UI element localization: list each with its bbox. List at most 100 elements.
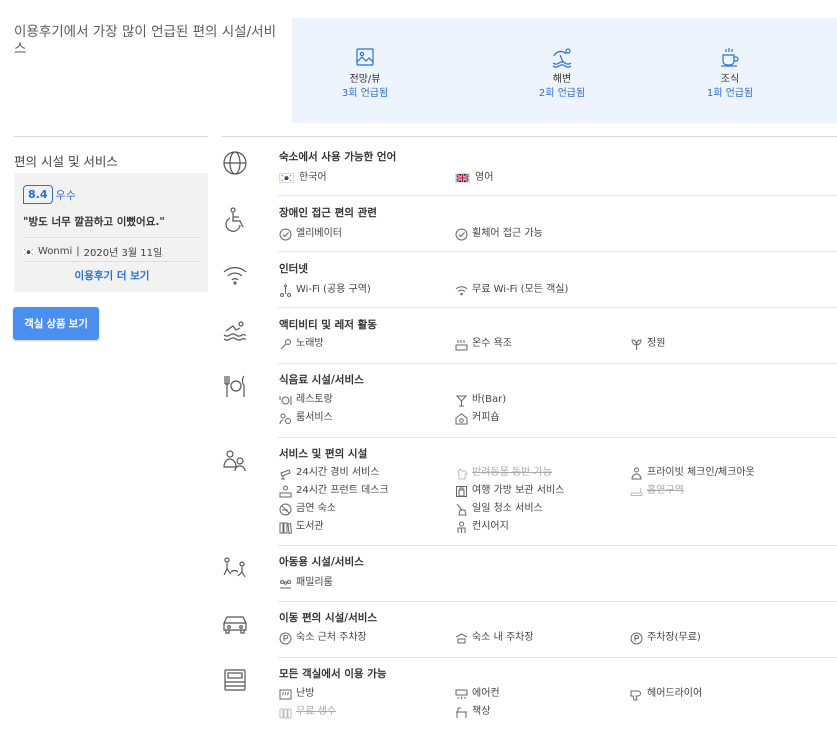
more-reviews-link[interactable]: 이용후기 더 보기 xyxy=(23,261,201,283)
cocktail-icon xyxy=(455,395,468,406)
wifi-icon xyxy=(455,285,468,295)
category-accessibility: 장애인 접근 편의 관련 엘리베이터 휠체어 접근 가능 xyxy=(222,206,837,246)
highlight-name: 해변 xyxy=(552,74,572,85)
category-title: 서비스 및 편의 시설 xyxy=(279,448,368,460)
dining-item: 커피숍 xyxy=(455,411,500,425)
hair-dryer-icon xyxy=(630,690,641,700)
item-label: 룸서비스 xyxy=(296,412,333,423)
highlight-name: 전망/뷰 xyxy=(349,74,381,85)
wheelchair-icon xyxy=(225,207,244,232)
service-item: 24시간 프런트 데스크 xyxy=(279,484,389,498)
item-label: 노래방 xyxy=(296,338,324,349)
item-label: 헤어드라이어 xyxy=(647,688,703,699)
divider xyxy=(278,307,837,308)
category-services: 서비스 및 편의 시설 24시간 경비 서비스 반려동물 동반 가능 프라이빗 … xyxy=(222,447,837,543)
activity-item: 온수 욕조 xyxy=(455,337,512,351)
restaurant-icon xyxy=(279,395,292,405)
concierge-icon xyxy=(223,450,246,472)
activity-item: 정원 xyxy=(630,337,665,351)
wifi-hotspot-icon xyxy=(280,284,291,297)
score-label: 우수 xyxy=(55,188,76,202)
dining-item: 바(Bar) xyxy=(455,393,506,407)
service-item: 금연 숙소 xyxy=(279,502,336,516)
service-item: 여행 가방 보관 서비스 xyxy=(455,484,564,498)
item-label: 숙소 근처 주차장 xyxy=(296,632,367,643)
category-title: 장애인 접근 편의 관련 xyxy=(279,207,377,219)
item-label: 24시간 경비 서비스 xyxy=(296,467,380,478)
korea-flag-icon xyxy=(23,247,34,256)
service-item: 컨시어지 xyxy=(455,520,509,534)
sidebar-title: 편의 시설 및 서비스 xyxy=(14,154,118,169)
parking-icon xyxy=(279,632,292,644)
category-kids: 아동용 시설/서비스 패밀리룸 xyxy=(222,555,837,595)
highlight-beach: 해변 2회 언급됨 xyxy=(502,46,622,101)
divider xyxy=(278,601,837,602)
room-item: 헤어드라이어 xyxy=(630,687,702,701)
item-label: 바(Bar) xyxy=(472,394,507,405)
item-label: 컨시어지 xyxy=(472,521,509,532)
luggage-icon xyxy=(456,485,467,497)
private-checkin-icon xyxy=(631,467,642,479)
transport-item: 숙소 근처 주차장 xyxy=(279,631,367,645)
internet-item: Wi-Fi (공용 구역) xyxy=(279,283,371,297)
item-label: 도서관 xyxy=(296,521,324,532)
category-title: 인터넷 xyxy=(279,263,308,275)
service-item-unavailable: 반려동물 동반 가능 xyxy=(455,466,552,480)
accessibility-item: 휠체어 접근 가능 xyxy=(455,227,543,241)
no-smoking-icon xyxy=(279,503,292,515)
kids-icon xyxy=(223,557,246,578)
item-label: 패밀리룸 xyxy=(296,577,333,588)
transport-item: 숙소 내 주차장 xyxy=(455,631,534,645)
item-label: 에어컨 xyxy=(472,688,500,699)
review-card: 8.4 우수 "방도 너무 깔끔하고 이뻤어요." Wonmi | 2020년 … xyxy=(14,173,208,292)
check-circle-icon xyxy=(455,228,468,240)
highlight-name: 조식 xyxy=(720,74,740,85)
item-label: Wi-Fi (공용 구역) xyxy=(296,284,371,295)
review-date: 2020년 3월 11일 xyxy=(83,248,163,259)
category-transport: 이동 편의 시설/서비스 숙소 근처 주차장 숙소 내 주차장 주차장(무료) xyxy=(222,611,837,651)
item-label: 정원 xyxy=(647,338,666,349)
divider xyxy=(278,545,837,546)
item-label: 커피숍 xyxy=(472,412,500,423)
item-label: 책상 xyxy=(472,706,491,717)
water-bottle-icon xyxy=(279,708,292,718)
pet-icon xyxy=(457,467,468,479)
divider xyxy=(278,657,837,658)
category-title: 식음료 시설/서비스 xyxy=(279,374,364,386)
air-conditioner-icon xyxy=(455,689,468,699)
reviewer-info: Wonmi | 2020년 3월 11일 xyxy=(23,237,201,259)
room-item-unavailable: 무료 생수 xyxy=(279,705,336,719)
most-mentioned-title: 이용후기에서 가장 많이 언급된 편의 시설/서비스 xyxy=(14,24,276,57)
room-item: 책상 xyxy=(455,705,490,719)
kids-item: 패밀리룸 xyxy=(279,576,333,590)
item-label: 반려동물 동반 가능 xyxy=(472,467,552,478)
item-label: 난방 xyxy=(296,688,315,699)
divider xyxy=(278,437,837,438)
highlight-panel: 전망/뷰 3회 언급됨 해변 2회 언급됨 조식 1회 언급됨 xyxy=(292,18,837,123)
divider xyxy=(278,363,837,364)
category-internet: 인터넷 Wi-Fi (공용 구역) 무료 Wi-Fi (모든 객실) xyxy=(222,262,837,302)
category-title: 액티비티 및 레저 활동 xyxy=(279,319,377,331)
category-title: 이동 편의 시설/서비스 xyxy=(279,612,378,624)
check-circle-icon xyxy=(279,228,292,240)
divider xyxy=(278,195,837,196)
dining-item: 룸서비스 xyxy=(279,411,333,425)
item-label: 금연 숙소 xyxy=(296,503,336,514)
category-rooms: 모든 객실에서 이용 가능 난방 에어컨 헤어드라이어 무료 생수 책상 xyxy=(222,667,837,727)
service-item: 프라이빗 체크인/체크아웃 xyxy=(630,466,755,480)
smoking-icon xyxy=(630,487,643,496)
parking-icon xyxy=(630,632,643,644)
item-label: 레스토랑 xyxy=(296,394,333,405)
service-item-unavailable: 흡연구역 xyxy=(630,484,684,498)
activity-item: 노래방 xyxy=(279,337,324,351)
service-item: 도서관 xyxy=(279,520,324,534)
item-label: 온수 욕조 xyxy=(472,338,512,349)
coffee-shop-icon xyxy=(455,412,468,424)
item-label: 무료 생수 xyxy=(296,706,336,717)
reviewer-name: Wonmi xyxy=(38,246,73,257)
room-item: 난방 xyxy=(279,687,314,701)
reviewer-separator: | xyxy=(76,246,80,257)
dining-icon xyxy=(224,375,245,397)
view-icon xyxy=(356,48,374,66)
view-rooms-button[interactable]: 객실 상품 보기 xyxy=(13,307,99,340)
